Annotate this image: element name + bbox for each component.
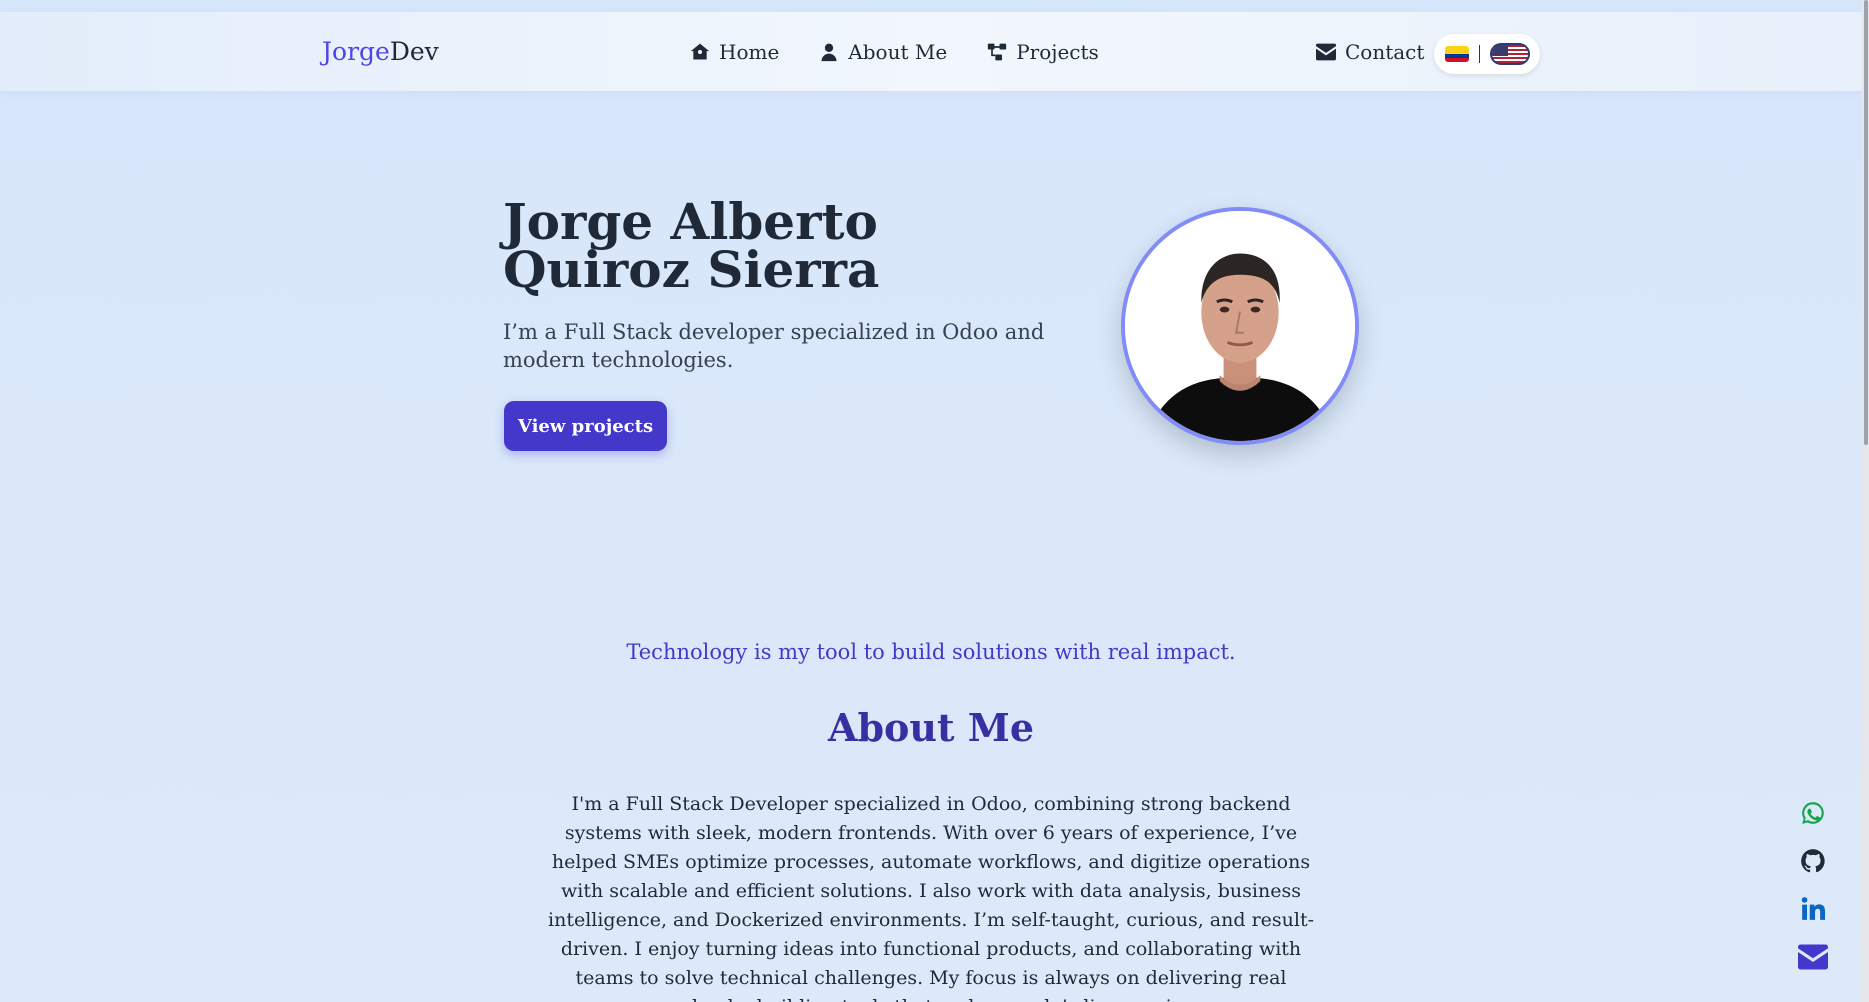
about-text: I'm a Full Stack Developer specialized i… xyxy=(548,793,1315,1002)
nav-projects-label: Projects xyxy=(1016,40,1099,64)
usa-flag-icon[interactable] xyxy=(1489,43,1530,65)
language-divider xyxy=(1478,45,1480,63)
whatsapp-icon[interactable] xyxy=(1798,800,1828,826)
envelope-icon xyxy=(1316,43,1336,61)
linkedin-icon[interactable] xyxy=(1798,896,1828,922)
logo-first: Jorge xyxy=(322,37,390,66)
social-links xyxy=(1798,800,1828,970)
github-icon[interactable] xyxy=(1798,848,1828,874)
profile-photo xyxy=(1125,211,1355,441)
language-switcher xyxy=(1434,34,1540,74)
about-title: About Me xyxy=(827,705,1035,750)
scrollbar-thumb[interactable] xyxy=(1864,0,1868,445)
nav-links: Home About Me Projects xyxy=(690,40,1099,64)
logo-second: Dev xyxy=(389,37,439,66)
mail-icon[interactable] xyxy=(1798,944,1828,970)
avatar xyxy=(1121,207,1359,445)
nav-contact-label: Contact xyxy=(1345,40,1425,64)
colombia-flag-icon[interactable] xyxy=(1444,46,1469,62)
nav-projects[interactable]: Projects xyxy=(987,40,1099,64)
nav-home-label: Home xyxy=(719,40,780,64)
logo[interactable]: JorgeDev xyxy=(322,37,439,66)
tagline: Technology is my tool to build solutions… xyxy=(626,640,1236,664)
projects-icon xyxy=(988,43,1007,61)
user-icon xyxy=(821,43,837,62)
nav-about-label: About Me xyxy=(848,40,948,64)
view-projects-button[interactable]: View projects xyxy=(504,401,667,451)
nav-home[interactable]: Home xyxy=(690,40,779,64)
home-icon xyxy=(690,43,710,60)
nav-about[interactable]: About Me xyxy=(819,40,947,64)
nav-contact[interactable]: Contact xyxy=(1316,40,1424,64)
hero-subtitle: I’m a Full Stack developer specialized i… xyxy=(503,320,1045,372)
hero-name: Jorge Alberto Quiroz Sierra xyxy=(503,192,880,299)
navbar: JorgeDev Home About Me Projects Contact xyxy=(0,12,1869,91)
